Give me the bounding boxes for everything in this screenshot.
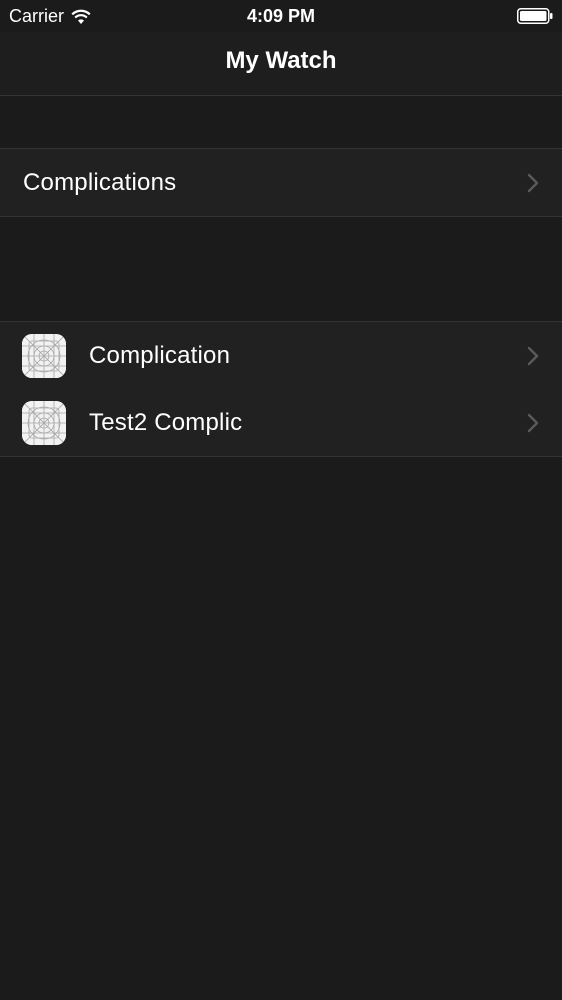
app-icon-placeholder <box>22 400 66 445</box>
app-icon-grid-icon <box>22 333 66 378</box>
app-icon-placeholder <box>22 333 66 378</box>
chevron-right-icon <box>527 346 539 365</box>
status-bar: Carrier 4:09 PM <box>0 0 562 32</box>
list-item-label: Complication <box>89 341 231 369</box>
list-item[interactable]: Complication <box>0 322 562 389</box>
complications-row[interactable]: Complications <box>0 149 562 216</box>
page-title: My Watch <box>225 47 337 74</box>
list-item-label: Test2 Complic <box>89 408 243 436</box>
chevron-right-icon <box>527 413 539 432</box>
app-icon-grid-icon <box>22 400 66 445</box>
navigation-bar: My Watch <box>0 32 562 96</box>
settings-section: Complications <box>0 148 562 217</box>
complications-list-section: Complication Test2 Complic <box>0 321 562 457</box>
battery-icon <box>517 8 553 24</box>
chevron-right-icon <box>527 173 539 192</box>
complications-row-label: Complications <box>23 168 177 196</box>
list-item[interactable]: Test2 Complic <box>0 389 562 456</box>
status-time: 4:09 PM <box>246 6 316 26</box>
